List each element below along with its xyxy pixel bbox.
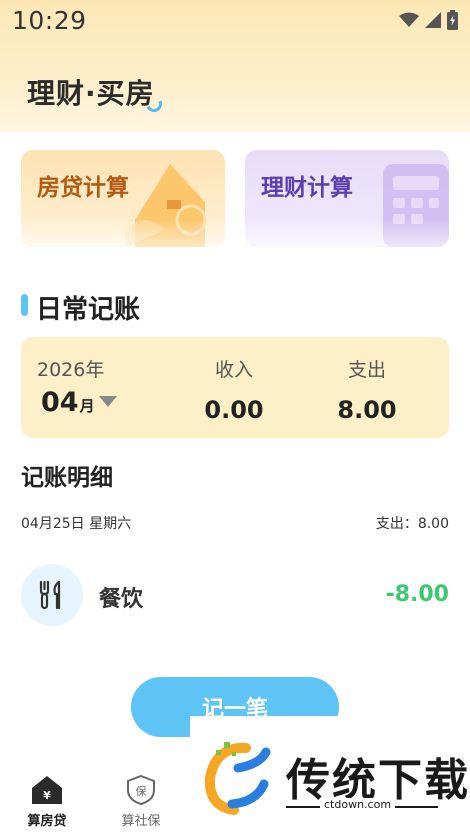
date-group-header: 04月25日 星期六 支出：8.00 — [21, 513, 449, 533]
expense-value: 8.00 — [337, 396, 397, 424]
finance-calc-card[interactable]: 理财计算 — [245, 150, 449, 247]
page-title: 理财·买房 — [27, 77, 155, 110]
group-expense-total: 支出：8.00 — [375, 516, 449, 532]
expense-label: 支出 — [347, 359, 386, 381]
svg-text:保: 保 — [136, 784, 147, 798]
list-item[interactable]: 餐饮 -8.00 — [21, 564, 449, 626]
header: 10:29 理财·买房 — [0, 0, 470, 132]
shield-bao-icon: 保 — [127, 774, 155, 806]
month-value: 04 — [41, 387, 79, 418]
income-value: 0.00 — [204, 396, 264, 424]
watermark-overlay: 传统下载 ctdown.com — [190, 716, 470, 836]
section-accent-bar — [21, 294, 28, 316]
status-bar: 10:29 — [0, 0, 470, 40]
year-label: 2026年 — [37, 359, 105, 381]
svg-text:¥: ¥ — [43, 789, 51, 802]
signal-icon — [425, 12, 441, 28]
mortgage-calc-label: 房贷计算 — [37, 175, 129, 201]
house-yen-icon: ¥ — [32, 776, 62, 804]
nav-item-mortgage[interactable]: ¥ 算房贷 — [12, 774, 82, 829]
daily-accounting-title: 日常记账 — [36, 295, 141, 325]
income-label: 收入 — [214, 359, 253, 381]
group-date: 04月25日 星期六 — [21, 516, 132, 532]
finance-calc-label: 理财计算 — [261, 175, 353, 201]
status-icons — [399, 10, 458, 30]
card-fade — [245, 219, 449, 247]
expense-stat: 支出 8.00 — [317, 355, 417, 424]
nav-item-social-security[interactable]: 保 算社保 — [106, 774, 176, 829]
nav-label-mortgage: 算房贷 — [27, 814, 67, 829]
record-amount: -8.00 — [385, 582, 449, 607]
mortgage-calc-card[interactable]: 房贷计算 — [21, 150, 225, 247]
monthly-summary-card: 2026年 04 月 收入 0.00 支出 8.00 — [21, 337, 449, 438]
detail-title: 记账明细 — [21, 465, 113, 491]
month-suffix: 月 — [79, 397, 95, 415]
month-selector[interactable]: 04 月 — [41, 387, 117, 418]
ctdown-logo-icon — [204, 742, 271, 815]
record-category: 餐饮 — [99, 587, 144, 612]
wifi-icon — [399, 12, 419, 27]
dropdown-triangle-icon — [98, 396, 117, 407]
battery-icon — [447, 10, 458, 30]
income-stat: 收入 0.00 — [184, 355, 284, 424]
watermark-url: ctdown.com — [320, 798, 396, 811]
nav-label-social-security: 算社保 — [121, 814, 161, 829]
status-time: 10:29 — [12, 5, 87, 35]
card-fade — [21, 219, 225, 247]
fork-knife-icon — [21, 564, 83, 626]
